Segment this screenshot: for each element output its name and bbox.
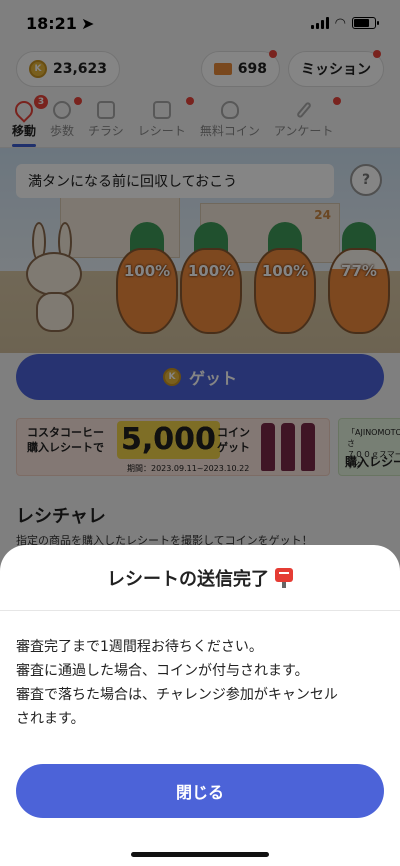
message-line: 審査で落ちた場合は、チャレンジ参加がキャンセル xyxy=(16,687,338,703)
close-button[interactable]: 閉じる xyxy=(16,764,384,818)
home-indicator xyxy=(131,852,269,857)
bottom-sheet: レシートの送信完了 審査完了まで1週間程お待ちください。 審査に通過した場合、コ… xyxy=(0,545,400,866)
close-label: 閉じる xyxy=(175,783,224,802)
message-line: 審査に通過した場合、コインが付与されます。 xyxy=(16,663,309,679)
sheet-message: 審査完了まで1週間程お待ちください。 審査に通過した場合、コインが付与されます。… xyxy=(0,611,400,731)
message-line: されます。 xyxy=(16,711,85,727)
message-line: 審査完了まで1週間程お待ちください。 xyxy=(16,639,263,655)
postbox-icon xyxy=(275,567,293,588)
sheet-title: レシートの送信完了 xyxy=(107,568,269,590)
sheet-header: レシートの送信完了 xyxy=(0,545,400,611)
